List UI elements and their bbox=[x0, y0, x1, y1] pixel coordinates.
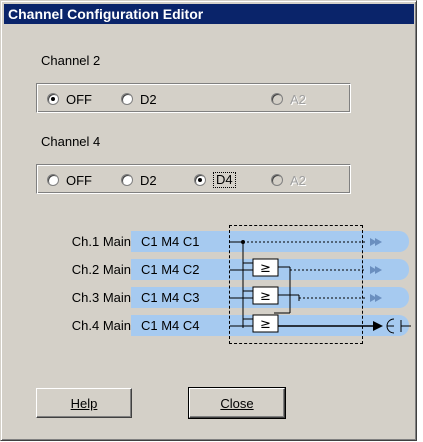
ch2-arrow-icon-2 bbox=[375, 266, 382, 274]
routing-diagram: ≥ ≥ ≥ bbox=[230, 238, 411, 334]
channel-configuration-dialog: Channel Configuration Editor Channel 2 O… bbox=[0, 0, 417, 441]
ch4-gate-symbol: ≥ bbox=[260, 317, 271, 332]
help-button[interactable]: Help bbox=[36, 388, 132, 418]
ch3-arrow-icon-2 bbox=[375, 294, 382, 302]
close-button[interactable]: Close bbox=[188, 387, 286, 419]
ch2-gate-symbol: ≥ bbox=[260, 261, 271, 276]
output-arrows bbox=[370, 238, 382, 302]
ch1-arrow-icon-2 bbox=[375, 238, 382, 246]
ch3-gate-symbol: ≥ bbox=[260, 289, 271, 304]
ch4-active-arrow-icon bbox=[373, 321, 383, 331]
